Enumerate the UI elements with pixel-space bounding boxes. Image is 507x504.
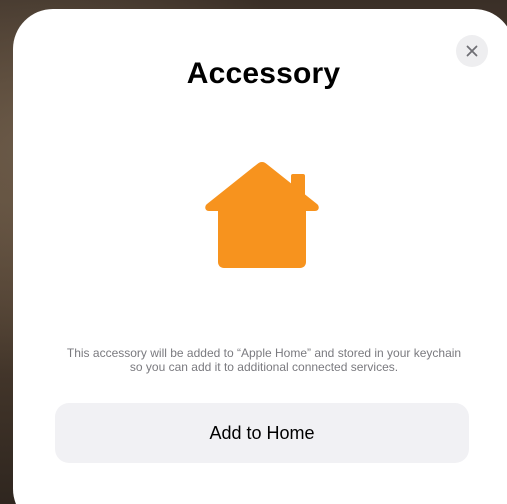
add-to-home-button[interactable]: Add to Home (55, 403, 469, 463)
close-icon (466, 45, 478, 57)
add-to-home-label: Add to Home (209, 422, 315, 443)
dialog-title: Accessory (186, 57, 341, 90)
dialog-description: This accessory will be added to “Apple H… (66, 346, 462, 374)
house-icon (205, 162, 319, 268)
